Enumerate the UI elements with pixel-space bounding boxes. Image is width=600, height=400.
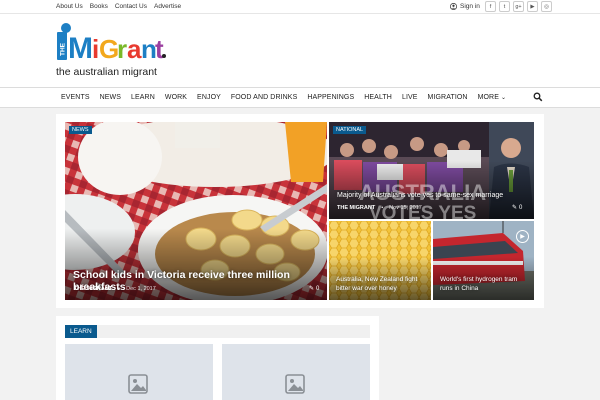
top-bar: About Us Books Contact Us Advertise Sign…: [0, 0, 600, 14]
instagram-icon[interactable]: ◎: [541, 1, 552, 12]
image-placeholder-icon: [285, 374, 305, 394]
nav-item-events[interactable]: EVENTS: [56, 94, 95, 101]
logo-tagline: the australian migrant: [56, 66, 157, 78]
post-date: Nov 15, 2017: [389, 205, 422, 211]
learn-thumb-1[interactable]: [65, 344, 213, 400]
meta-separator: •: [381, 205, 384, 211]
featured-tram-tile[interactable]: ▶ World's first hydrogen tram runs in Ch…: [433, 221, 534, 300]
nav-item-learn[interactable]: LEARN: [126, 94, 160, 101]
learn-section: LEARN: [56, 316, 379, 400]
advertise-link[interactable]: Advertise: [154, 3, 181, 11]
books-link[interactable]: Books: [90, 3, 108, 11]
about-us-link[interactable]: About Us: [56, 3, 83, 11]
nav-item-enjoy[interactable]: ENJOY: [192, 94, 226, 101]
svg-text:t: t: [155, 34, 164, 64]
comment-count[interactable]: ✎ 0: [512, 204, 523, 212]
post-date: Dec 1, 2017: [126, 286, 156, 292]
site-logo[interactable]: THE M i G r a n t the australian migrant: [56, 22, 168, 80]
category-badge-national[interactable]: NATIONAL: [333, 126, 367, 134]
svg-text:r: r: [117, 34, 127, 64]
featured-main-meta: THE MIGRANT • Dec 1, 2017: [74, 286, 156, 292]
nav-item-happenings[interactable]: HAPPENINGS: [302, 94, 359, 101]
meta-separator: •: [118, 286, 121, 292]
svg-text:a: a: [127, 34, 142, 64]
author-name[interactable]: THE MIGRANT: [337, 205, 375, 211]
top-links: About Us Books Contact Us Advertise: [56, 3, 181, 11]
comment-count-value: 0: [519, 204, 523, 211]
comment-count-value: 0: [316, 285, 320, 292]
section-header-bar: LEARN: [65, 325, 370, 338]
search-icon[interactable]: [533, 92, 543, 102]
featured-honey-title[interactable]: Australia, New Zealand fight bitter war …: [336, 276, 426, 293]
featured-tram-title[interactable]: World's first hydrogen tram runs in Chin…: [440, 276, 530, 293]
svg-text:M: M: [68, 32, 93, 65]
play-video-icon[interactable]: ▶: [516, 230, 529, 243]
nav-item-health[interactable]: HEALTH: [359, 94, 397, 101]
main-nav: EVENTS NEWS LEARN WORK ENJOY FOOD AND DR…: [0, 87, 600, 108]
nav-more-label: MORE: [477, 94, 499, 101]
migrant-logo-mark: THE M i G r a n t: [57, 23, 166, 65]
featured-honey-tile[interactable]: Australia, New Zealand fight bitter war …: [329, 221, 431, 300]
featured-top-right-meta: THE MIGRANT • Nov 15, 2017: [337, 205, 422, 211]
nav-item-more[interactable]: MORE ⌄: [473, 94, 512, 101]
featured-top-right-title[interactable]: Majority of Australians vote yes to same…: [337, 192, 532, 199]
nav-item-live[interactable]: LIVE: [397, 94, 423, 101]
featured-top-right-tile[interactable]: AUSTRALIA VOTES YES NATIONAL Majority of…: [329, 122, 534, 219]
comment-icon: ✎: [512, 205, 518, 211]
svg-text:THE: THE: [60, 42, 67, 56]
nav-item-news[interactable]: NEWS: [95, 94, 126, 101]
sign-in-label: Sign in: [460, 3, 480, 10]
social-links: f t g+ ▶ ◎: [485, 1, 552, 12]
sign-in-button[interactable]: Sign in: [450, 2, 480, 11]
section-tag-learn[interactable]: LEARN: [65, 325, 97, 338]
learn-thumb-2[interactable]: [222, 344, 370, 400]
nav-item-migration[interactable]: MIGRATION: [423, 94, 473, 101]
comment-count[interactable]: ✎ 0: [309, 285, 320, 293]
nav-item-work[interactable]: WORK: [160, 94, 192, 101]
google-plus-icon[interactable]: g+: [513, 1, 524, 12]
chevron-down-icon: ⌄: [501, 95, 507, 101]
featured-grid: NEWS School kids in Victoria receive thr…: [56, 114, 544, 308]
contact-us-link[interactable]: Contact Us: [115, 3, 147, 11]
user-icon: [450, 3, 457, 10]
comment-icon: ✎: [309, 286, 315, 292]
category-badge-news[interactable]: NEWS: [69, 126, 92, 134]
featured-main-tile[interactable]: NEWS School kids in Victoria receive thr…: [65, 122, 327, 300]
site-header: THE M i G r a n t the australian migrant: [0, 14, 600, 87]
youtube-icon[interactable]: ▶: [527, 1, 538, 12]
twitter-icon[interactable]: t: [499, 1, 510, 12]
facebook-icon[interactable]: f: [485, 1, 496, 12]
image-placeholder-icon: [128, 374, 148, 394]
author-name[interactable]: THE MIGRANT: [74, 286, 112, 292]
nav-item-food-and-drinks[interactable]: FOOD AND DRINKS: [226, 94, 302, 101]
